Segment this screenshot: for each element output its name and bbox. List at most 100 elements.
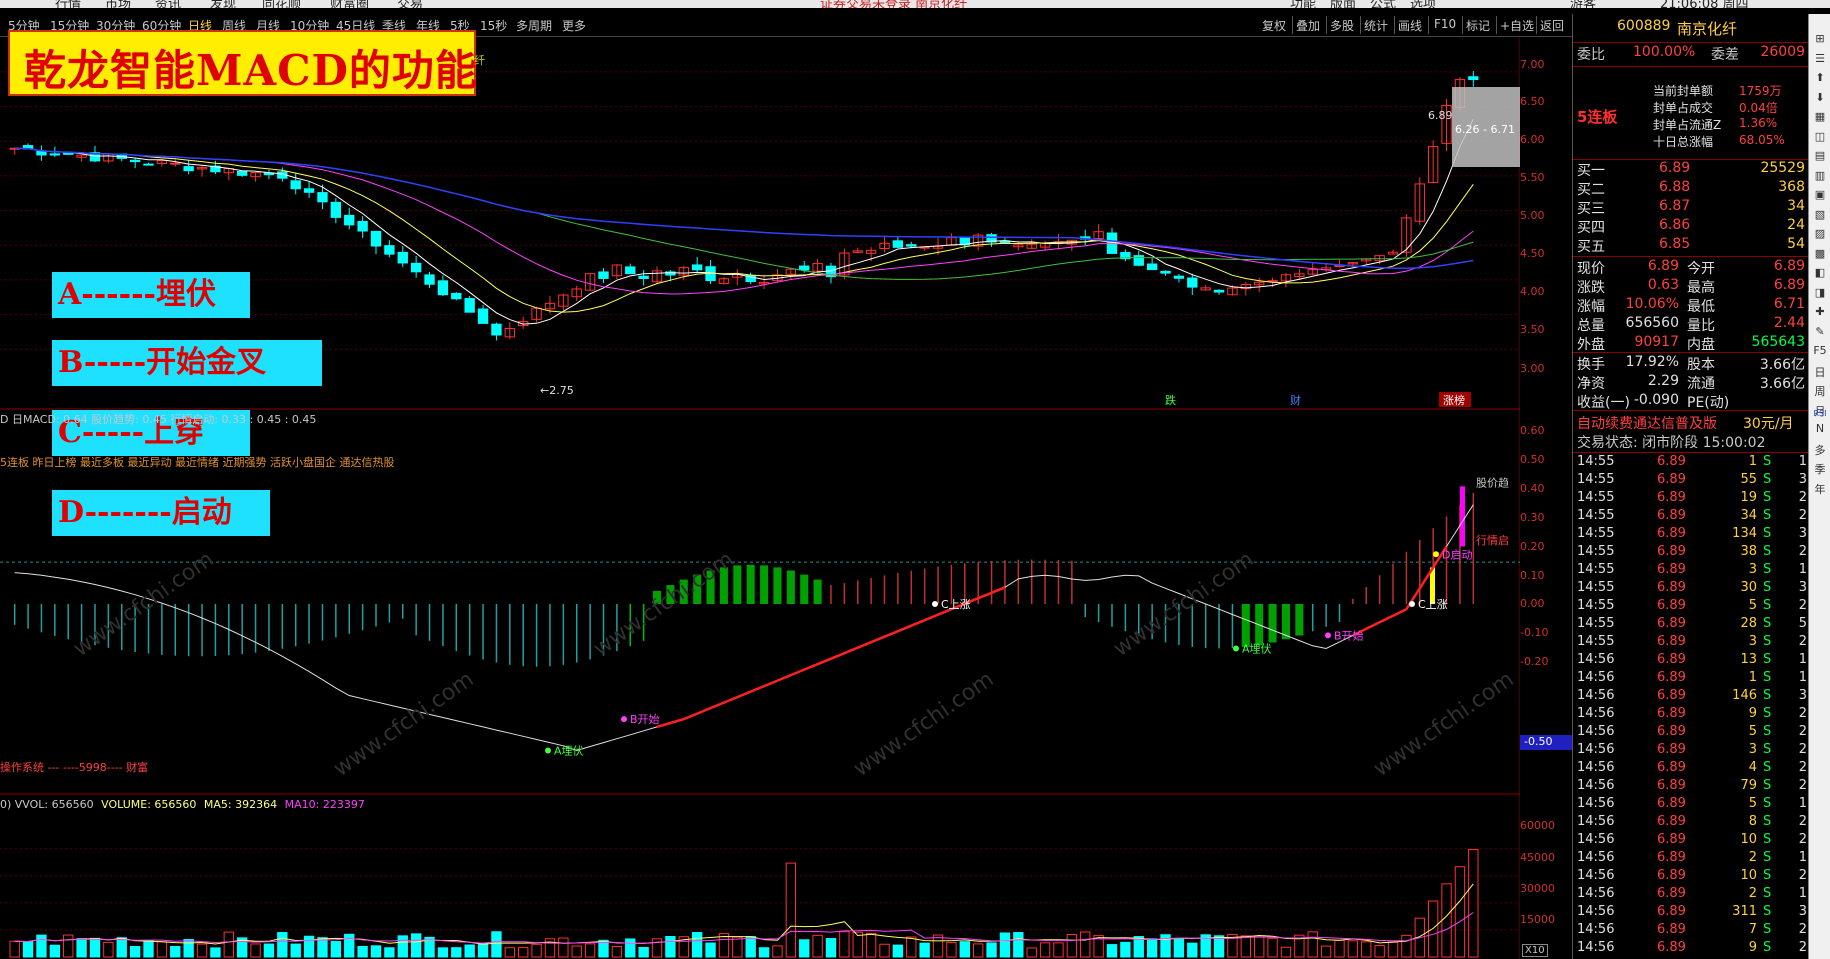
- tick-row[interactable]: 14:56 6.89 5 S 1: [1573, 796, 1809, 814]
- tick-row[interactable]: 14:55 6.89 5 S 2: [1573, 598, 1809, 616]
- menu-item-function[interactable]: 功能: [1290, 0, 1316, 8]
- menu-item-quotes[interactable]: 行情: [55, 0, 81, 8]
- quote-key-2: PE(动): [1687, 395, 1730, 411]
- period-multi[interactable]: 多周期: [516, 17, 552, 34]
- volume-bar: [1053, 942, 1064, 958]
- tick-price: 6.89: [1657, 508, 1686, 523]
- candle-body: [344, 214, 355, 226]
- tick-row[interactable]: 14:56 6.89 4 S 2: [1573, 760, 1809, 778]
- volume-bar: [290, 943, 301, 958]
- tool-overlay[interactable]: 叠加: [1296, 17, 1320, 34]
- sidebar-icon[interactable]: ▦: [1812, 110, 1828, 124]
- tick-row[interactable]: 14:55 6.89 1 S 1: [1573, 454, 1809, 472]
- sidebar-icon[interactable]: N: [1812, 422, 1828, 436]
- menu-item-ths[interactable]: 同花顺: [262, 0, 301, 8]
- quote-row: 买五 6.85 54: [1573, 236, 1809, 255]
- tick-row[interactable]: 14:55 6.89 55 S 3: [1573, 472, 1809, 490]
- menu-item-options[interactable]: 选项: [1410, 0, 1436, 8]
- tick-row[interactable]: 14:56 6.89 10 S 2: [1573, 832, 1809, 850]
- sidebar-icon[interactable]: ▣: [1812, 188, 1828, 202]
- volume-bar: [183, 939, 194, 958]
- sidebar-icon[interactable]: F5: [1812, 344, 1828, 358]
- quote-key: 收益(一): [1577, 395, 1630, 411]
- sidebar-icon[interactable]: ⬇: [1812, 91, 1828, 105]
- tick-row[interactable]: 14:55 6.89 28 S 5: [1573, 616, 1809, 634]
- menu-item-market[interactable]: 市场: [105, 0, 131, 8]
- tick-volume: 5: [1748, 598, 1757, 613]
- sidebar-icon[interactable]: 周: [1812, 383, 1828, 398]
- tick-volume: 28: [1740, 616, 1757, 631]
- period-more[interactable]: 更多: [562, 17, 586, 34]
- tick-row[interactable]: 14:55 6.89 30 S 3: [1573, 580, 1809, 598]
- promo-text[interactable]: 自动续费通达信普及版: [1577, 413, 1717, 433]
- menu-item-discover[interactable]: 发现: [210, 0, 236, 8]
- sidebar-icon[interactable]: ▤: [1812, 149, 1828, 163]
- tick-row[interactable]: 14:56 6.89 5 S 2: [1573, 724, 1809, 742]
- sidebar-icon[interactable]: ▨: [1812, 227, 1828, 241]
- tick-row[interactable]: 14:55 6.89 3 S 1: [1573, 562, 1809, 580]
- sidebar-icon[interactable]: ◨: [1812, 286, 1828, 300]
- volume-bar: [303, 935, 315, 958]
- sidebar-icon[interactable]: 日: [1812, 364, 1828, 379]
- tick-row[interactable]: 14:56 6.89 311 S 3: [1573, 904, 1809, 922]
- macd-tick-label: 0.10: [1520, 569, 1545, 582]
- sidebar-icon[interactable]: ✎: [1812, 325, 1828, 339]
- tick-row[interactable]: 14:55 6.89 134 S 3: [1573, 526, 1809, 544]
- sidebar-icon[interactable]: 多: [1812, 442, 1828, 457]
- sidebar-icon[interactable]: ▧: [1812, 208, 1828, 222]
- tool-mark[interactable]: 标记: [1466, 17, 1490, 34]
- macd-right-label: 行情启: [1476, 534, 1509, 547]
- volume-bar: [63, 934, 74, 958]
- tick-row[interactable]: 14:56 6.89 8 S 2: [1573, 814, 1809, 832]
- sidebar-icon[interactable]: ☰: [1812, 52, 1828, 66]
- tool-back[interactable]: 返回: [1540, 17, 1564, 34]
- volume-tick-label: 15000: [1520, 913, 1555, 926]
- tick-row[interactable]: 14:56 6.89 10 S 2: [1573, 868, 1809, 886]
- sidebar-icon[interactable]: ⬆: [1812, 71, 1828, 85]
- ma80-line: [14, 147, 1474, 270]
- menu-item-formula[interactable]: 公式: [1370, 0, 1396, 8]
- rsi-icon[interactable]: RSI: [1810, 409, 1830, 423]
- tool-stats[interactable]: 统计: [1364, 17, 1388, 34]
- volume-bar: [263, 943, 275, 958]
- tool-draw[interactable]: 画线: [1398, 17, 1422, 34]
- tick-row[interactable]: 14:56 6.89 9 S 2: [1573, 940, 1809, 958]
- period-15sec[interactable]: 15秒: [480, 17, 507, 34]
- sidebar-icon[interactable]: ◫: [1812, 130, 1828, 144]
- tick-row[interactable]: 14:56 6.89 3 S 2: [1573, 742, 1809, 760]
- tick-time: 14:55: [1577, 472, 1615, 487]
- volume-bar: [558, 937, 569, 958]
- tick-row[interactable]: 14:56 6.89 13 S 1: [1573, 652, 1809, 670]
- tool-f10[interactable]: F10: [1434, 17, 1456, 31]
- tick-row[interactable]: 14:55 6.89 34 S 2: [1573, 508, 1809, 526]
- tick-row[interactable]: 14:56 6.89 146 S 3: [1573, 688, 1809, 706]
- menu-item-layout[interactable]: 版面: [1330, 0, 1356, 8]
- volume-bar: [223, 931, 234, 958]
- tick-side: S: [1763, 454, 1772, 469]
- tool-adjust[interactable]: 复权: [1262, 17, 1286, 34]
- tool-multi-stock[interactable]: 多股: [1330, 17, 1354, 34]
- tick-row[interactable]: 14:56 6.89 7 S 2: [1573, 922, 1809, 940]
- tool-add-favorite[interactable]: +自选: [1500, 17, 1534, 34]
- tick-row[interactable]: 14:56 6.89 1 S 1: [1573, 670, 1809, 688]
- tick-row[interactable]: 14:56 6.89 9 S 2: [1573, 706, 1809, 724]
- menu-item-news[interactable]: 资讯: [155, 0, 181, 8]
- tick-row[interactable]: 14:55 6.89 3 S 2: [1573, 634, 1809, 652]
- tick-row[interactable]: 14:55 6.89 38 S 2: [1573, 544, 1809, 562]
- price-tick-label: 6.50: [1520, 95, 1545, 108]
- sidebar-icon[interactable]: ⊞: [1812, 32, 1828, 46]
- sidebar-icon[interactable]: ▥: [1812, 169, 1828, 183]
- sidebar-icon[interactable]: ◧: [1812, 266, 1828, 280]
- promo-price[interactable]: 30元/月: [1743, 413, 1794, 433]
- menu-item-fortune[interactable]: 财富圈: [330, 0, 369, 8]
- macd-right-label: 股价趋: [1476, 476, 1509, 489]
- tick-row[interactable]: 14:56 6.89 2 S 1: [1573, 850, 1809, 868]
- sidebar-icon[interactable]: ▩: [1812, 247, 1828, 261]
- sidebar-icon[interactable]: ✚: [1812, 305, 1828, 319]
- menu-item-trade[interactable]: 交易: [397, 0, 423, 8]
- tick-row[interactable]: 14:55 6.89 19 S 2: [1573, 490, 1809, 508]
- tick-row[interactable]: 14:56 6.89 79 S 2: [1573, 778, 1809, 796]
- sidebar-icon[interactable]: 年: [1812, 481, 1828, 496]
- sidebar-icon[interactable]: 季: [1812, 461, 1828, 476]
- tick-row[interactable]: 14:56 6.89 2 S 1: [1573, 886, 1809, 904]
